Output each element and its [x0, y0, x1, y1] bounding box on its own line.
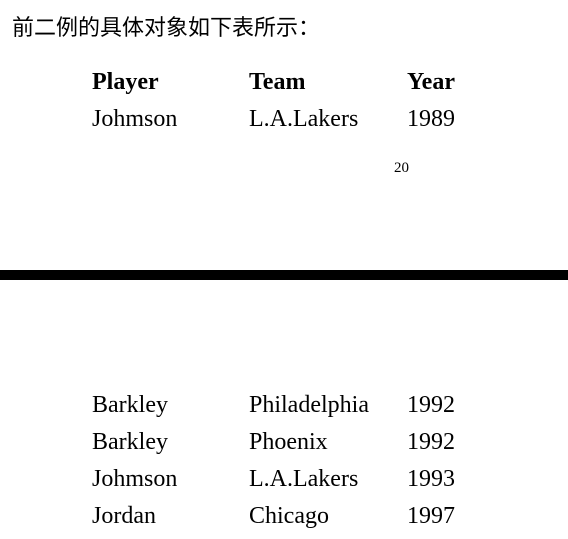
- cell-team: L.A.Lakers: [249, 466, 359, 492]
- cell-year: 1997: [407, 503, 455, 529]
- cell-player: Johmson: [92, 106, 178, 132]
- cell-player: Johmson: [92, 466, 178, 492]
- cell-team: Philadelphia: [249, 392, 369, 418]
- cell-year: 1989: [407, 106, 455, 132]
- cell-player: Barkley: [92, 392, 168, 418]
- intro-text: 前二例的具体对象如下表所示：: [12, 16, 321, 41]
- cell-player: Jordan: [92, 503, 156, 529]
- cell-year: 1993: [407, 466, 455, 492]
- table-row: Barkley Phoenix 1992: [92, 424, 487, 461]
- table-row: Johmson L.A.Lakers 1989: [92, 101, 487, 138]
- page-break-divider: [0, 270, 568, 280]
- records-table-bottom: Barkley Philadelphia 1992 Barkley Phoeni…: [92, 387, 487, 535]
- header-player: Player: [92, 69, 159, 95]
- cell-player: Barkley: [92, 429, 168, 455]
- table-header-row: Player Team Year: [92, 64, 487, 101]
- header-team: Team: [249, 69, 306, 95]
- header-year: Year: [407, 69, 455, 95]
- cell-team: Chicago: [249, 503, 329, 529]
- cell-year: 1992: [407, 392, 455, 418]
- cell-team: L.A.Lakers: [249, 106, 359, 132]
- cell-year: 1992: [407, 429, 455, 455]
- table-row: Barkley Philadelphia 1992: [92, 387, 487, 424]
- cell-team: Phoenix: [249, 429, 328, 455]
- records-table-top: Player Team Year Johmson L.A.Lakers 1989: [92, 64, 487, 138]
- table-row: Johmson L.A.Lakers 1993: [92, 461, 487, 498]
- table-row: Jordan Chicago 1997: [92, 498, 487, 535]
- page-number: 20: [394, 160, 409, 176]
